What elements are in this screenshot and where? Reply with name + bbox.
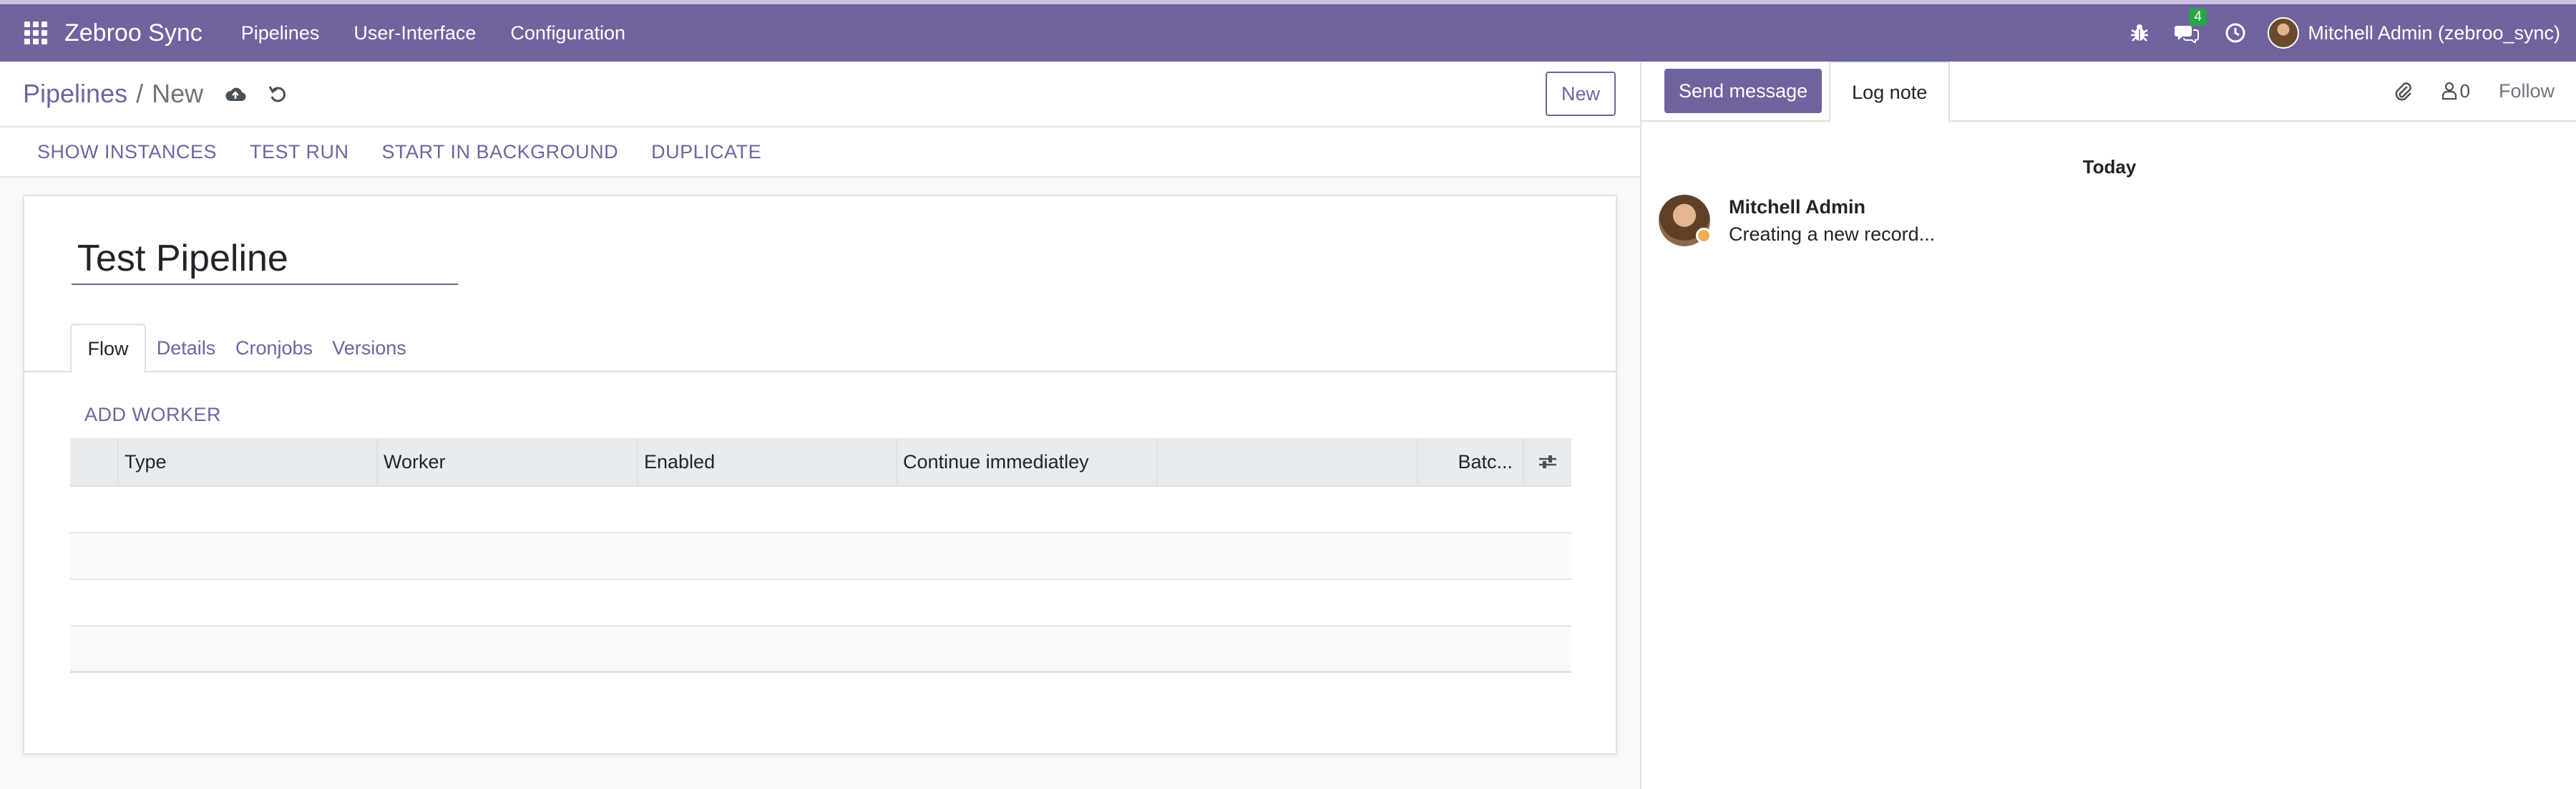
followers-button[interactable]: 0 <box>2441 80 2470 102</box>
column-handle <box>70 438 119 485</box>
breadcrumb-separator: / <box>136 79 144 108</box>
column-settings-icon[interactable] <box>1524 438 1571 485</box>
duplicate-button[interactable]: DUPLICATE <box>651 141 761 163</box>
follow-button[interactable]: Follow <box>2499 80 2555 102</box>
breadcrumb-current: New <box>152 79 204 108</box>
new-button[interactable]: New <box>1545 72 1616 116</box>
show-instances-button[interactable]: SHOW INSTANCES <box>37 141 217 163</box>
followers-count: 0 <box>2459 79 2470 102</box>
menu-item-configuration[interactable]: Configuration <box>510 22 625 44</box>
pipeline-name-input[interactable] <box>72 233 458 285</box>
control-panel: Pipelines / New New <box>0 62 1640 127</box>
navbar-systray: 4 Mitchell Admin (zebroo_sync) <box>2117 4 2576 62</box>
column-empty[interactable] <box>1158 438 1418 485</box>
undo-icon[interactable] <box>268 84 288 104</box>
tab-details[interactable]: Details <box>149 324 223 372</box>
apps-grid-icon[interactable] <box>24 21 47 44</box>
breadcrumb: Pipelines / New <box>23 79 203 109</box>
date-separator: Today <box>2082 156 2137 178</box>
column-continue-immediately[interactable]: Continue immediatley <box>897 438 1158 485</box>
top-navbar: Zebroo Sync Pipelines User-Interface Con… <box>0 0 2576 62</box>
send-message-button[interactable]: Send message <box>1664 69 1823 113</box>
user-name[interactable]: Mitchell Admin (zebroo_sync) <box>2308 22 2560 44</box>
app-brand[interactable]: Zebroo Sync <box>64 19 203 47</box>
clock-icon[interactable] <box>2225 22 2246 44</box>
form-sheet: Flow Details Cronjobs Versions ADD WORKE… <box>23 195 1617 755</box>
menu-item-user-interface[interactable]: User-Interface <box>353 22 476 44</box>
column-batch[interactable]: Batc... <box>1418 438 1524 485</box>
message-author[interactable]: Mitchell Admin <box>1729 196 1865 218</box>
menu-item-pipelines[interactable]: Pipelines <box>241 22 320 44</box>
presence-indicator <box>1696 228 1712 243</box>
chatter-panel: Send message Log note 0 Follow Today Mit… <box>1640 62 2576 789</box>
table-row[interactable] <box>70 580 1571 626</box>
breadcrumb-pipelines[interactable]: Pipelines <box>23 79 127 109</box>
message-body: Creating a new record... <box>1729 223 1936 245</box>
table-header: Type Worker Enabled Continue immediatley… <box>70 438 1571 487</box>
cloud-upload-icon[interactable] <box>225 85 246 102</box>
table-row[interactable] <box>70 626 1571 673</box>
workers-table: Type Worker Enabled Continue immediatley… <box>70 438 1571 673</box>
column-enabled[interactable]: Enabled <box>638 438 897 485</box>
user-avatar[interactable] <box>2268 17 2300 49</box>
messages-badge: 4 <box>2189 9 2207 26</box>
tab-cronjobs[interactable]: Cronjobs <box>228 324 321 372</box>
column-type[interactable]: Type <box>119 438 378 485</box>
start-in-background-button[interactable]: START IN BACKGROUND <box>382 141 619 163</box>
tab-versions[interactable]: Versions <box>325 324 414 372</box>
chatter-topbar: Send message Log note 0 Follow <box>1641 62 2576 123</box>
tab-flow[interactable]: Flow <box>70 324 146 374</box>
chatter-actions: 0 Follow <box>2364 80 2555 102</box>
table-row[interactable] <box>70 487 1571 533</box>
table-row[interactable] <box>70 533 1571 580</box>
button-bar: SHOW INSTANCES TEST RUN START IN BACKGRO… <box>0 127 1640 178</box>
form-tabs: Flow Details Cronjobs Versions <box>24 324 1616 374</box>
user-icon <box>2441 82 2457 100</box>
test-run-button[interactable]: TEST RUN <box>250 141 349 163</box>
chat-icon[interactable]: 4 <box>2175 9 2207 43</box>
paperclip-icon[interactable] <box>2393 80 2413 102</box>
log-note-button[interactable]: Log note <box>1829 62 1951 123</box>
add-worker-button[interactable]: ADD WORKER <box>84 404 221 426</box>
bug-icon[interactable] <box>2130 23 2149 43</box>
column-worker[interactable]: Worker <box>378 438 638 485</box>
